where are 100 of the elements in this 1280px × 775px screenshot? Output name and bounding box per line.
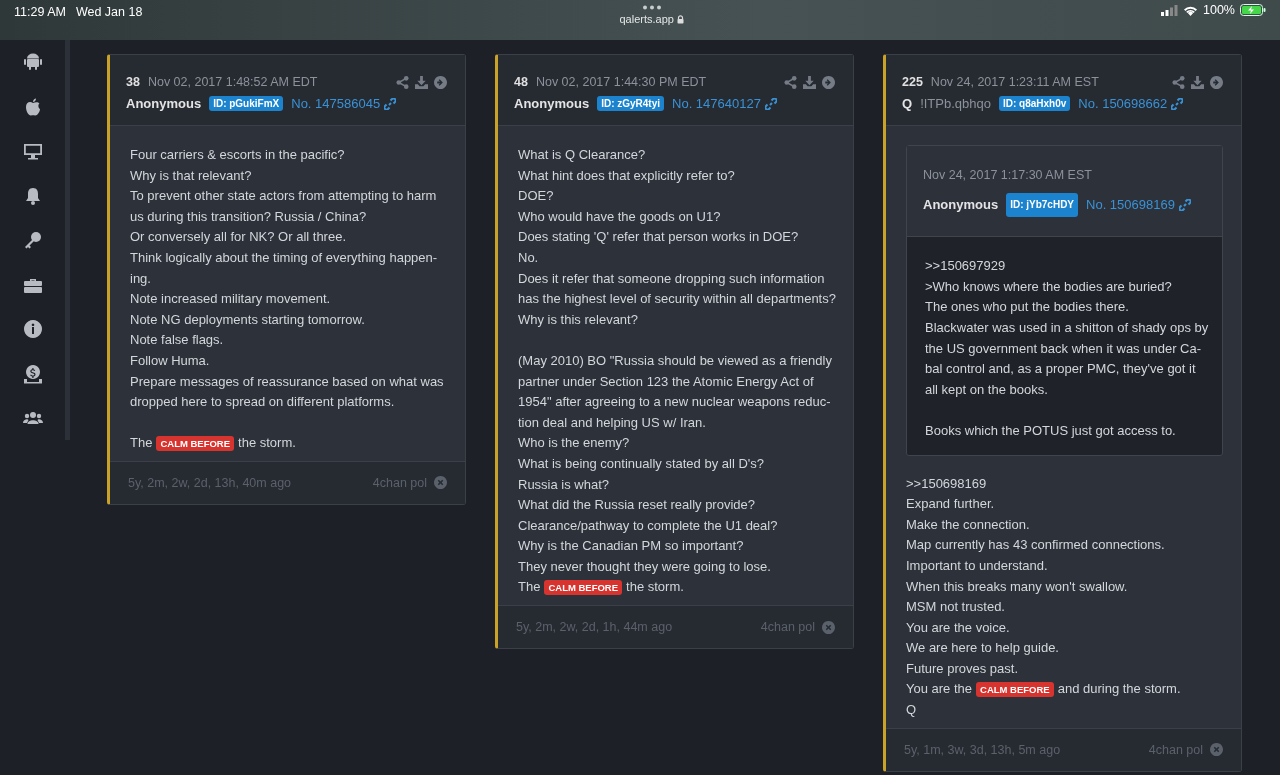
link-icon[interactable] — [764, 97, 777, 110]
battery-percent: 100% — [1203, 3, 1235, 17]
post-text-line: all kept on the books. — [925, 380, 1049, 399]
post-number-link[interactable]: No. 147640127 — [672, 96, 777, 111]
post-index: 38 — [126, 75, 140, 89]
id-badge: ID: q8aHxh0v — [998, 96, 1071, 111]
post-text-line: Think logically about the timing of everything happen- — [130, 248, 439, 267]
tripcode: !ITPb.qbhqo — [920, 96, 991, 111]
author-name: Q — [902, 96, 913, 111]
post-text-line: Note NG deployments starting tomorrow. — [130, 310, 366, 329]
post-age: 5y, 1m, 3w, 3d, 13h, 5m ago — [904, 742, 1062, 757]
post-text-line: the US government back when it was under Ca- — [925, 339, 1203, 358]
post-text-line: They never thought they were going to lose. — [518, 557, 772, 576]
close-icon[interactable] — [434, 476, 447, 490]
close-icon[interactable] — [1210, 743, 1223, 757]
post-text-line: and during the storm. — [1057, 680, 1181, 699]
post-text-line: Books which the POTUS just got access to. — [925, 421, 1177, 440]
post-text-line: >>150697929 — [925, 257, 1007, 276]
post-text-line: Important to understand. — [906, 556, 1049, 575]
download-icon[interactable] — [803, 75, 816, 89]
android-icon[interactable] — [22, 52, 43, 72]
url-text[interactable]: qalerts.app — [619, 13, 674, 25]
post-text-line: (May 2010) BO "Russia should be viewed as a friendly — [518, 351, 833, 370]
info-icon[interactable] — [22, 319, 43, 339]
post-source: 4chan pol — [1148, 742, 1203, 757]
post-text-line: Why is that relevant? — [130, 166, 253, 185]
post-text-line: Note increased military movement. — [130, 290, 332, 309]
post-index: 48 — [514, 75, 528, 89]
more-dots-icon[interactable] — [641, 5, 662, 10]
post-text-line: Four carriers & escorts in the pacific? — [130, 146, 346, 164]
post-age: 5y, 2m, 2w, 2d, 1h, 44m ago — [516, 620, 674, 635]
post-text-line: The — [130, 434, 153, 453]
link-icon[interactable] — [1171, 97, 1184, 110]
post-text-line: the storm. — [626, 578, 684, 597]
highlight-badge: CALM BEFORE — [544, 580, 623, 596]
post-text-line: partner under Section 123 the Atomic Energy Act of — [518, 372, 815, 391]
post-text-line: What is being continually stated by all D's? — [518, 454, 765, 473]
post-number-link[interactable]: No. 150698169 — [1086, 194, 1191, 216]
post-source: 4chan pol — [372, 475, 427, 490]
post-text-line: >Who knows where the bodies are buried? — [925, 277, 1173, 296]
post-text-line: The ones who put the bodies there. — [925, 298, 1130, 317]
post-text-line: Prepare messages of reassurance based on what was — [130, 372, 445, 391]
post-text-line: tion deal and helping US w/ Iran. — [518, 413, 707, 432]
post-age: 5y, 2m, 2w, 2d, 13h, 40m ago — [128, 475, 293, 490]
share-icon[interactable] — [784, 75, 797, 89]
post-text-line: You are the voice. — [906, 618, 1011, 637]
close-icon[interactable] — [822, 620, 835, 634]
post-number-link[interactable]: No. 147586045 — [291, 96, 397, 111]
post-text-line: the storm. — [238, 434, 296, 453]
monitor-icon[interactable] — [22, 141, 43, 161]
post-text-line: What hint does that explicitly refer to? — [518, 166, 736, 185]
author-name: Anonymous — [126, 96, 202, 111]
share-icon[interactable] — [1172, 75, 1185, 89]
post-text-line: >>150698169 — [906, 474, 988, 493]
post-text-line: Map currently has 43 confirmed connections. — [906, 536, 1166, 555]
post-date: Nov 24, 2017 1:23:11 AM EST — [930, 75, 1100, 89]
download-icon[interactable] — [1191, 75, 1204, 89]
post-text-line: DOE? — [518, 187, 555, 206]
post-text-line: bal control and, as a proper PMC, they've got it — [925, 360, 1197, 379]
post-text-line: Q — [906, 701, 918, 720]
highlight-badge: CALM BEFORE — [976, 682, 1054, 698]
post-text-line: dropped here to spread on different platforms. — [130, 393, 396, 412]
post-text-line: Or conversely all for NK? Or all three. — [130, 228, 348, 247]
author-name: Anonymous — [514, 96, 590, 111]
highlight-badge: CALM BEFORE — [156, 436, 235, 452]
post-text-line: Who would have the goods on U1? — [518, 207, 722, 226]
author-name: Anonymous — [923, 195, 999, 214]
post-text-line: Clearance/pathway to complete the U1 deal? — [518, 516, 779, 535]
scrollbar-track[interactable] — [65, 40, 70, 440]
post-text-line: We are here to help guide. — [906, 639, 1060, 658]
post-text-line: Note false flags. — [130, 331, 225, 350]
post-text-line: Make the connection. — [906, 515, 1031, 534]
id-badge: ID: jYb7cHDY — [1006, 192, 1079, 218]
post-text-line: To prevent other state actors from attempting to harm — [130, 187, 438, 206]
download-icon[interactable] — [415, 75, 428, 89]
link-icon[interactable] — [1178, 198, 1191, 211]
post-date: Nov 02, 2017 1:44:30 PM EDT — [535, 75, 708, 89]
post-date: Nov 24, 2017 1:17:30 AM EST — [923, 167, 1093, 184]
post-text-line: Future proves past. — [906, 659, 1019, 678]
post-text-line: has the highest level of security within all departments? — [518, 290, 835, 309]
post-text-line: What did the Russia reset really provide? — [518, 496, 756, 515]
post-text-line: Russia is what? — [518, 475, 611, 494]
post-text-line: us during this transition? Russia / China? — [130, 207, 368, 226]
donate-icon[interactable] — [22, 363, 43, 384]
post-text-line: Expand further. — [906, 495, 996, 514]
post-text-line: What is Q Clearance? — [518, 146, 647, 164]
post-source: 4chan pol — [760, 620, 815, 635]
signal-icon — [1161, 4, 1178, 16]
id-badge: ID: zGyR4tyi — [597, 96, 665, 111]
post-text-line: When this breaks many won't swallow. — [906, 577, 1129, 596]
lock-icon — [676, 14, 684, 24]
post-number-link[interactable]: No. 150698662 — [1078, 96, 1184, 111]
post-date: Nov 02, 2017 1:48:52 AM EDT — [147, 75, 319, 89]
link-icon[interactable] — [384, 97, 397, 110]
post-text-line: The — [518, 578, 541, 597]
battery-charging-icon — [1240, 4, 1266, 16]
post-index: 225 — [902, 75, 923, 89]
post-text-line: Follow Huma. — [130, 351, 211, 370]
share-icon[interactable] — [396, 75, 409, 89]
post-text-line: Does stating 'Q' refer that person works in DOE? — [518, 228, 800, 247]
